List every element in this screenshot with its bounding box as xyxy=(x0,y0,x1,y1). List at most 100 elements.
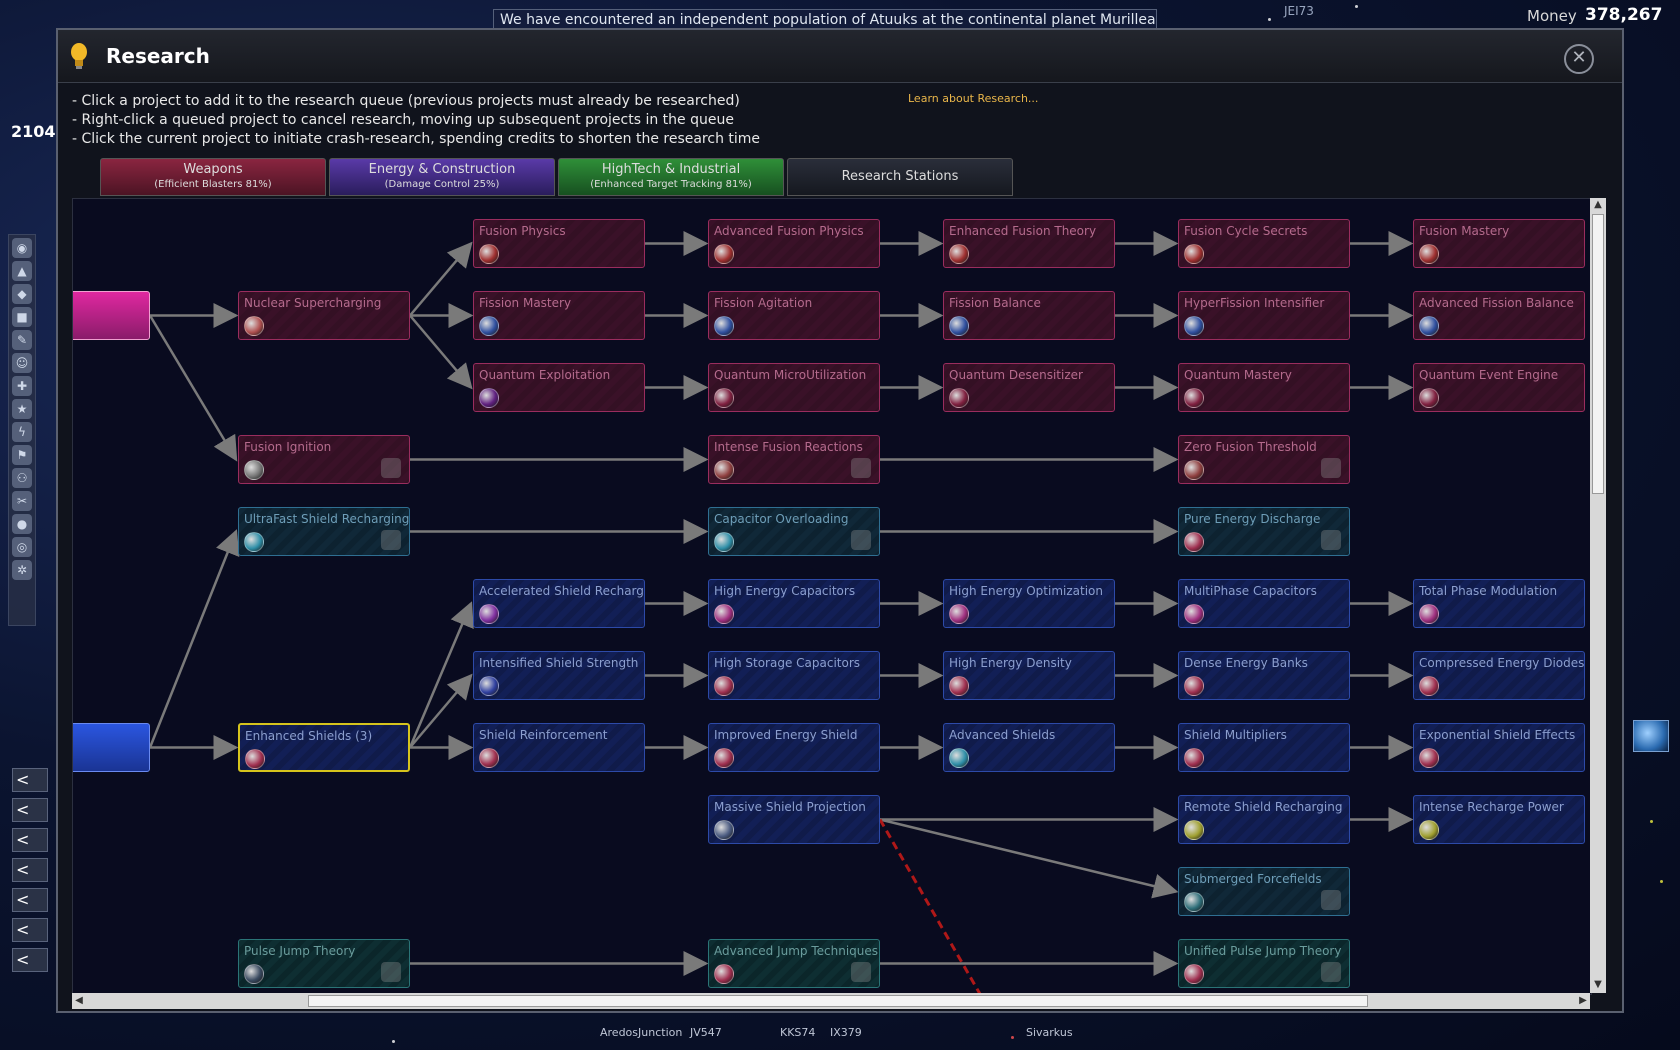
research-project-multiphase-cap[interactable]: MultiPhase Capacitors xyxy=(1178,579,1350,628)
tab-energy-construction[interactable]: Energy & Construction (Damage Control 25… xyxy=(329,158,555,196)
dependency-line xyxy=(878,818,982,994)
quick-button[interactable]: < xyxy=(12,858,48,882)
research-icon[interactable]: ● xyxy=(12,514,32,534)
research-project-pure-energy[interactable]: Pure Energy Discharge xyxy=(1178,507,1350,556)
research-tree[interactable]: clear Fission Nuclear Supercharging Fusion… xyxy=(72,198,1592,995)
quick-button[interactable]: < xyxy=(12,768,48,792)
close-icon[interactable]: ✕ xyxy=(1564,44,1594,74)
settings-icon[interactable]: ✲ xyxy=(12,560,32,580)
research-project-adv-fusion-physics[interactable]: Advanced Fusion Physics xyxy=(708,219,880,268)
research-project-enhanced-fusion-theory[interactable]: Enhanced Fusion Theory xyxy=(943,219,1115,268)
component-icon xyxy=(381,458,401,478)
project-name: Enhanced Fusion Theory xyxy=(949,224,1097,238)
tree-connector xyxy=(408,601,474,748)
flag-icon[interactable]: ⚑ xyxy=(12,445,32,465)
research-project-enhanced-shields[interactable]: Enhanced Shields (3) xyxy=(238,723,410,772)
scroll-up-icon[interactable]: ▲ xyxy=(1591,198,1605,212)
research-project-fission-balance[interactable]: Fission Balance xyxy=(943,291,1115,340)
research-project-fusion-physics[interactable]: Fusion Physics xyxy=(473,219,645,268)
character-icon[interactable]: ☺ xyxy=(12,353,32,373)
research-project-nuclear-fission[interactable]: clear Fission xyxy=(73,291,150,340)
research-project-fission-mastery[interactable]: Fission Mastery xyxy=(473,291,645,340)
research-project-quantum-desensitizer[interactable]: Quantum Desensitizer xyxy=(943,363,1115,412)
lightning-icon[interactable]: ϟ xyxy=(12,422,32,442)
research-project-intense-fusion[interactable]: Intense Fusion Reactions xyxy=(708,435,880,484)
globe-icon[interactable] xyxy=(1633,720,1669,752)
diplomacy-icon[interactable]: ⚇ xyxy=(12,468,32,488)
research-project-high-energy-cap[interactable]: High Energy Capacitors xyxy=(708,579,880,628)
galaxy-icon[interactable]: ◉ xyxy=(12,238,32,258)
research-project-ultrafast-shield[interactable]: UltraFast Shield Recharging xyxy=(238,507,410,556)
research-project-intensified-shield[interactable]: Intensified Shield Strength xyxy=(473,651,645,700)
research-project-exponential-shield[interactable]: Exponential Shield Effects xyxy=(1413,723,1585,772)
quick-button[interactable]: < xyxy=(12,948,48,972)
tab-weapons[interactable]: Weapons (Efficient Blasters 81%) xyxy=(100,158,326,196)
research-project-quantum-micro[interactable]: Quantum MicroUtilization xyxy=(708,363,880,412)
ship-icon[interactable]: ▲ xyxy=(12,261,32,281)
project-name: Capacitor Overloading xyxy=(714,512,849,526)
design-icon[interactable]: ✎ xyxy=(12,330,32,350)
project-name: Advanced Fission Balance xyxy=(1419,296,1574,310)
project-icon xyxy=(244,460,264,480)
project-name: Intense Fusion Reactions xyxy=(714,440,863,454)
star-icon[interactable]: ★ xyxy=(12,399,32,419)
research-project-high-energy-density[interactable]: High Energy Density xyxy=(943,651,1115,700)
research-project-compressed-energy[interactable]: Compressed Energy Diodes xyxy=(1413,651,1585,700)
project-name: High Energy Density xyxy=(949,656,1072,670)
research-project-pulse-jump[interactable]: Pulse Jump Theory xyxy=(238,939,410,988)
research-project-hyperfission[interactable]: HyperFission Intensifier xyxy=(1178,291,1350,340)
research-project-fusion-ignition[interactable]: Fusion Ignition xyxy=(238,435,410,484)
tools-icon[interactable]: ✂ xyxy=(12,491,32,511)
research-project-fission-agitation[interactable]: Fission Agitation xyxy=(708,291,880,340)
research-project-energy-root[interactable] xyxy=(73,723,150,772)
project-icon xyxy=(479,244,499,264)
research-project-submerged-forcefields[interactable]: Submerged Forcefields xyxy=(1178,867,1350,916)
research-project-fusion-cycle[interactable]: Fusion Cycle Secrets xyxy=(1178,219,1350,268)
scroll-down-icon[interactable]: ▼ xyxy=(1591,978,1605,992)
research-project-high-storage-cap[interactable]: High Storage Capacitors xyxy=(708,651,880,700)
tab-hightech-industrial[interactable]: HighTech & Industrial (Enhanced Target T… xyxy=(558,158,784,196)
research-project-massive-shield-proj[interactable]: Massive Shield Projection xyxy=(708,795,880,844)
research-project-improved-energy-shield[interactable]: Improved Energy Shield xyxy=(708,723,880,772)
research-project-fusion-mastery[interactable]: Fusion Mastery xyxy=(1413,219,1585,268)
quick-button[interactable]: < xyxy=(12,888,48,912)
research-project-adv-jump[interactable]: Advanced Jump Techniques xyxy=(708,939,880,988)
research-project-adv-fission-balance[interactable]: Advanced Fission Balance xyxy=(1413,291,1585,340)
project-icon xyxy=(949,676,969,696)
research-project-quantum-event[interactable]: Quantum Event Engine xyxy=(1413,363,1585,412)
quick-button[interactable]: < xyxy=(12,918,48,942)
project-name: Improved Energy Shield xyxy=(714,728,858,742)
project-name: Accelerated Shield Recharge xyxy=(479,584,645,598)
project-icon xyxy=(479,388,499,408)
tab-research-stations[interactable]: Research Stations xyxy=(787,158,1013,196)
research-project-advanced-shields[interactable]: Advanced Shields xyxy=(943,723,1115,772)
research-project-unified-pulse[interactable]: Unified Pulse Jump Theory xyxy=(1178,939,1350,988)
quick-button[interactable]: < xyxy=(12,828,48,852)
quick-button[interactable]: < xyxy=(12,798,48,822)
scroll-left-icon[interactable]: ◀ xyxy=(72,994,86,1008)
project-name: Advanced Fusion Physics xyxy=(714,224,864,238)
research-project-capacitor-overloading[interactable]: Capacitor Overloading xyxy=(708,507,880,556)
learn-about-research-link[interactable]: Learn about Research... xyxy=(908,92,1038,105)
vertical-scroll-thumb[interactable] xyxy=(1592,214,1604,494)
research-project-dense-energy[interactable]: Dense Energy Banks xyxy=(1178,651,1350,700)
research-project-quantum-exploitation[interactable]: Quantum Exploitation xyxy=(473,363,645,412)
scroll-right-icon[interactable]: ▶ xyxy=(1576,994,1590,1008)
component-icon xyxy=(1321,890,1341,910)
research-project-high-energy-opt[interactable]: High Energy Optimization xyxy=(943,579,1115,628)
research-project-accelerated-shield[interactable]: Accelerated Shield Recharge xyxy=(473,579,645,628)
target-icon[interactable]: ✚ xyxy=(12,376,32,396)
research-project-intense-recharge[interactable]: Intense Recharge Power xyxy=(1413,795,1585,844)
research-project-shield-reinforcement[interactable]: Shield Reinforcement xyxy=(473,723,645,772)
research-project-remote-shield[interactable]: Remote Shield Recharging xyxy=(1178,795,1350,844)
research-project-zero-fusion[interactable]: Zero Fusion Threshold xyxy=(1178,435,1350,484)
research-project-shield-multipliers[interactable]: Shield Multipliers xyxy=(1178,723,1350,772)
fleet-icon[interactable]: ◆ xyxy=(12,284,32,304)
research-project-nuclear-supercharging[interactable]: Nuclear Supercharging xyxy=(238,291,410,340)
news-ticker[interactable]: We have encountered an independent popul… xyxy=(493,9,1157,30)
research-project-quantum-mastery[interactable]: Quantum Mastery xyxy=(1178,363,1350,412)
station-icon[interactable]: ■ xyxy=(12,307,32,327)
horizontal-scroll-thumb[interactable] xyxy=(308,995,1368,1007)
eye-icon[interactable]: ◎ xyxy=(12,537,32,557)
research-project-total-phase[interactable]: Total Phase Modulation xyxy=(1413,579,1585,628)
